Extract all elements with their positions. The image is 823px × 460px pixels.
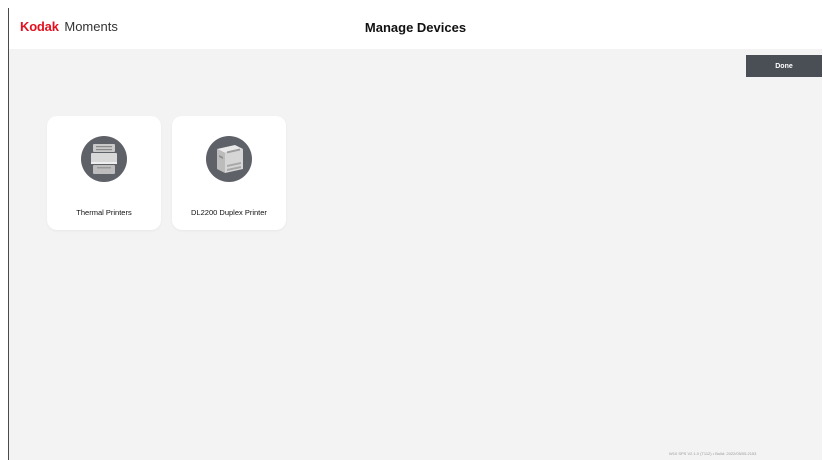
version-info: W10 SPS V2.1.0 (T112) • Build: 2022/05/0… [669,451,757,456]
duplex-printer-icon [205,135,253,183]
device-card-dl2200-duplex-printer[interactable]: DL2200 Duplex Printer [172,116,286,230]
header-bar: Kodak Moments Manage Devices [9,8,822,49]
thermal-printer-icon [80,135,128,183]
page-title: Manage Devices [364,20,467,35]
device-label: DL2200 Duplex Printer [191,208,267,217]
app-window: Kodak Moments Manage Devices Done Therma… [8,8,822,460]
screen: Kodak Moments Manage Devices Done Therma… [0,0,823,460]
done-button[interactable]: Done [746,55,822,77]
device-label: Thermal Printers [76,208,132,217]
device-card-thermal-printers[interactable]: Thermal Printers [47,116,161,230]
